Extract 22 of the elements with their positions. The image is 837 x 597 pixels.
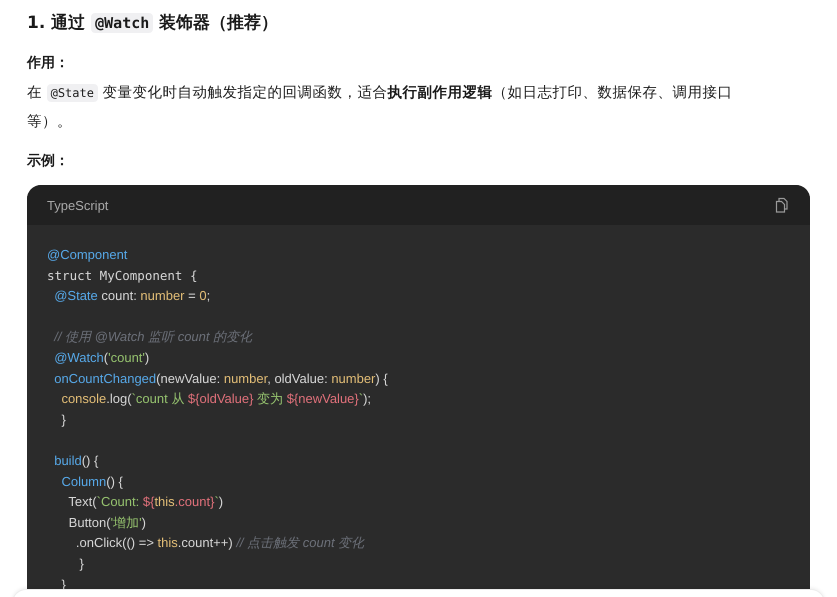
code-line: .onClick(() => this.count++) // 点击触发 count 变化 — [74, 534, 366, 552]
inline-code: @Watch — [91, 13, 154, 33]
code-line: @Watch('count') — [53, 348, 150, 367]
code-line: console.log(`count 从 ${oldValue} 变为 ${newValue}`); — [60, 390, 372, 408]
code-line: Text(`Count: ${this.count}`) — [67, 493, 224, 512]
code-line: } — [78, 554, 85, 573]
copy-icon[interactable] — [774, 196, 790, 214]
code-line: Column() { — [60, 472, 124, 491]
code-line: struct MyComponent { — [47, 266, 199, 285]
example-label: 示例： — [27, 152, 70, 171]
code-line: } — [60, 410, 67, 429]
code-line: // 使用 @Watch 监听 count 的变化 — [52, 328, 254, 346]
section-heading: 1. 通过 @Watch 装饰器（推荐） — [27, 12, 280, 35]
purpose-label: 作用： — [27, 54, 70, 73]
code-line: @State count: number = 0; — [53, 287, 212, 306]
code-line: Button('增加') — [68, 514, 147, 532]
language-label: TypeScript — [47, 198, 108, 212]
code-line: build() { — [53, 452, 100, 470]
inline-code: @State — [46, 84, 98, 102]
description-paragraph: 在 @State 变量变化时自动触发指定的回调函数，适合执行副作用逻辑（如日志打印、数据保存、调用接口等）。 — [27, 83, 734, 132]
code-line: @Component — [47, 246, 128, 264]
code-line: onCountChanged(newValue: number, oldValue: number) { — [53, 370, 389, 388]
